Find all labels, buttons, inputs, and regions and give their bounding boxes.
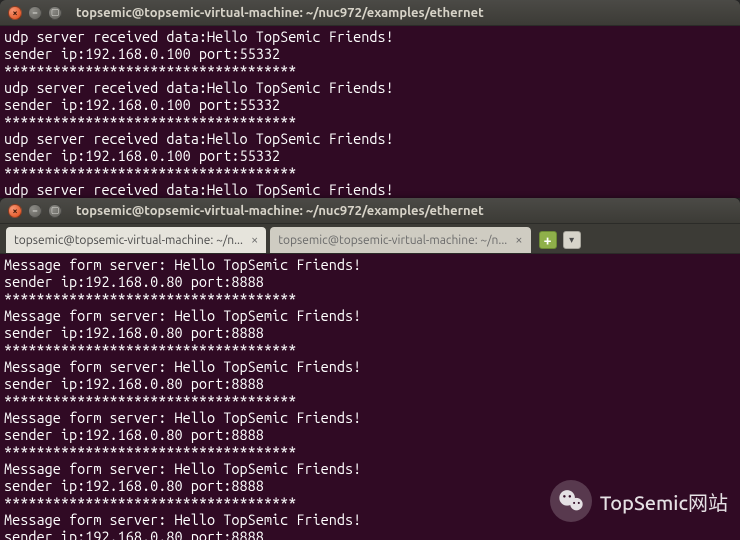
add-tab-button[interactable]: + [539,231,557,249]
tab-label: topsemic@topsemic-virtual-machine: ~/n..… [278,234,507,247]
tab-menu-button[interactable]: ▾ [563,231,581,249]
minimize-icon[interactable]: – [28,6,42,20]
maximize-icon[interactable]: ▢ [48,204,62,218]
titlebar[interactable]: × – ▢ topsemic@topsemic-virtual-machine:… [0,0,740,26]
window-title: topsemic@topsemic-virtual-machine: ~/nuc… [76,6,484,20]
maximize-icon[interactable]: ▢ [48,6,62,20]
terminal-tab-2[interactable]: topsemic@topsemic-virtual-machine: ~/n..… [270,227,530,253]
close-icon[interactable]: × [251,233,258,247]
close-icon[interactable]: × [8,6,22,20]
minimize-icon[interactable]: – [28,204,42,218]
tab-bar: topsemic@topsemic-virtual-machine: ~/n..… [0,224,740,254]
close-icon[interactable]: × [515,233,522,247]
terminal-window-server: × – ▢ topsemic@topsemic-virtual-machine:… [0,0,740,198]
titlebar[interactable]: × – ▢ topsemic@topsemic-virtual-machine:… [0,198,740,224]
terminal-tab-1[interactable]: topsemic@topsemic-virtual-machine: ~/n..… [6,227,266,253]
close-icon[interactable]: × [8,204,22,218]
terminal-output[interactable]: udp server received data:Hello TopSemic … [0,26,740,198]
terminal-output[interactable]: Message form server: Hello TopSemic Frie… [0,254,740,540]
window-title: topsemic@topsemic-virtual-machine: ~/nuc… [76,204,484,218]
terminal-window-client: × – ▢ topsemic@topsemic-virtual-machine:… [0,198,740,540]
tab-label: topsemic@topsemic-virtual-machine: ~/n..… [14,234,243,247]
